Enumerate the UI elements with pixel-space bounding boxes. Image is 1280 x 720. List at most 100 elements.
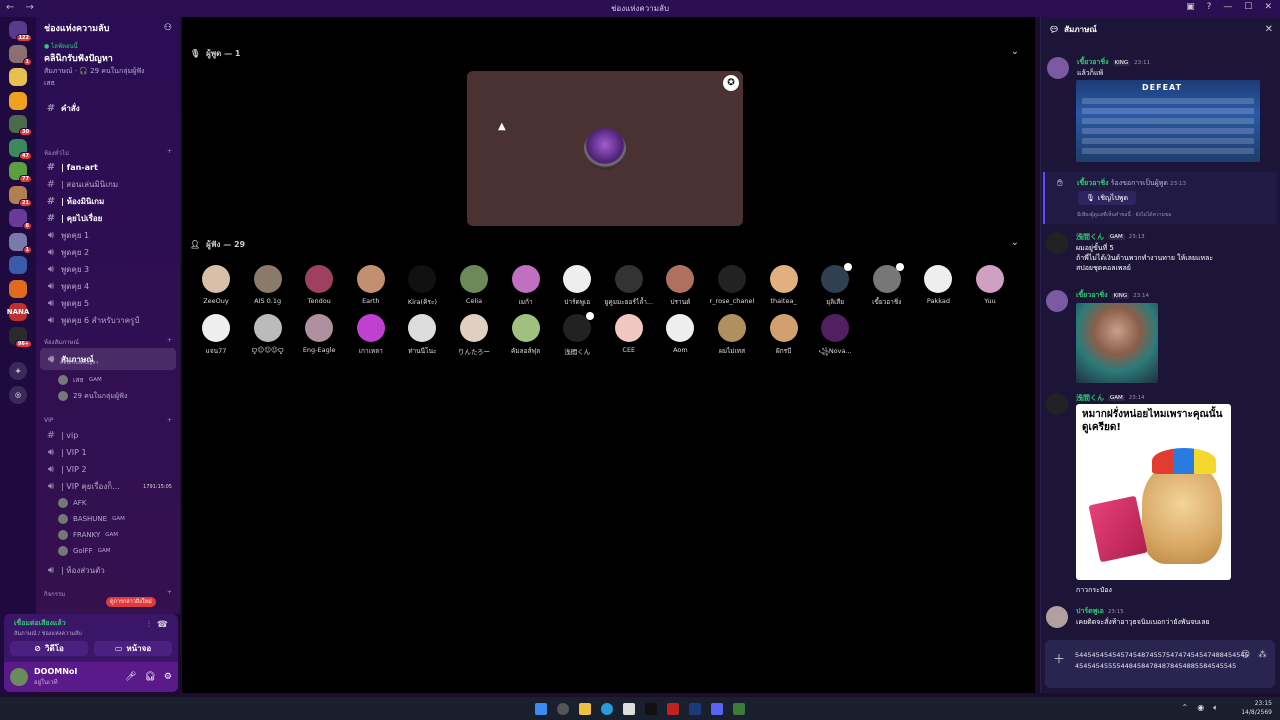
voice-member[interactable]: GolFF GAM	[58, 544, 111, 558]
message-avatar[interactable]	[1046, 606, 1068, 628]
file-explorer-icon[interactable]	[579, 702, 591, 715]
chevron-down-icon[interactable]: ⌄	[1011, 46, 1019, 57]
audience-member[interactable]: Aom	[654, 314, 706, 354]
author-name[interactable]: 浅間くん	[1076, 393, 1104, 403]
server-header[interactable]: ช่องแห่งความลับ ⚇	[36, 17, 180, 39]
message-avatar[interactable]	[1046, 290, 1068, 312]
audience-member[interactable]: ท่านนีโนะ	[396, 314, 448, 356]
channel-item[interactable]: # | คุยไปเรื่อย	[40, 211, 176, 226]
discord-icon[interactable]	[711, 702, 723, 715]
voice-member[interactable]: BASHUNE GAM	[58, 512, 125, 526]
defeat-screenshot-image[interactable]: DEFEAT	[1076, 80, 1260, 162]
channel-item[interactable]: # | สอนเล่นมินิเกม	[40, 177, 176, 192]
add-server-icon[interactable]: +	[9, 362, 27, 380]
disconnect-icon[interactable]: ☎	[157, 620, 168, 630]
server-icon[interactable]: 1	[9, 232, 32, 254]
channel-item[interactable]: # | fan-art	[40, 160, 176, 175]
audience-member[interactable]: ꨄ︎☺︎☺︎☺︎ꨄ︎	[242, 314, 294, 355]
channel-item[interactable]: 🔊︎ | VIP คุยเรื่องก็... 1791:15:05	[40, 479, 176, 494]
author-name[interactable]: เขี้ยวอาชิ่ง	[1076, 290, 1108, 301]
add-channel-icon[interactable]: +	[167, 589, 172, 599]
app-icon[interactable]	[667, 702, 679, 715]
audience-member[interactable]: เกาเหลา	[345, 314, 397, 356]
channel-category[interactable]: ห้องทั่วไป +	[44, 148, 172, 158]
screen-share-button[interactable]: ▭ หน้าจอ	[94, 641, 172, 656]
edge-icon[interactable]	[601, 702, 613, 715]
app-icon[interactable]	[733, 702, 745, 715]
audience-member[interactable]: Earth	[345, 265, 397, 305]
stage-channel[interactable]: 🔊︎ สัมภาษณ์ คลินิกรับฟังปัญหา	[40, 348, 176, 370]
channel-item[interactable]: 🔊︎ พูดคุย 4	[40, 279, 176, 294]
chevron-up-icon[interactable]: ⌃	[1182, 703, 1189, 713]
audience-member[interactable]: りんたろー	[448, 314, 500, 356]
search-icon[interactable]	[557, 702, 569, 715]
network-icon[interactable]: ◉	[1197, 703, 1204, 713]
audience-member[interactable]: ปรานต์	[654, 265, 706, 307]
audience-member[interactable]: Celia	[448, 265, 500, 305]
chevron-down-icon[interactable]: ⌄	[1011, 237, 1019, 248]
author-name[interactable]: 浅間くん	[1076, 232, 1104, 242]
channel-item[interactable]: 🔊︎ | ห้องส่วนตัว	[40, 563, 176, 578]
audience-member[interactable]: ꧁Nova...	[809, 314, 861, 359]
server-icon[interactable]	[9, 91, 27, 110]
audience-member[interactable]: thaitea_	[758, 265, 810, 305]
server-icon[interactable]: NANA	[7, 303, 29, 321]
audience-member[interactable]: ผมไม่เทส	[706, 314, 758, 356]
channel-item[interactable]: 🔊︎ | VIP 1	[40, 445, 176, 460]
channel-item[interactable]: 🔊︎ พูดคุย 5	[40, 296, 176, 311]
audience-member[interactable]: r_rose_chanel	[706, 265, 758, 305]
channel-item[interactable]: 🔊︎ พูดคุย 2	[40, 245, 176, 260]
audience-member[interactable]: Kira(คิระ)	[396, 265, 448, 307]
channel-category[interactable]: VIP +	[44, 417, 172, 424]
voice-member[interactable]: เสธ GAM	[58, 373, 102, 387]
gear-icon[interactable]: ⚙	[164, 672, 172, 682]
start-icon[interactable]	[535, 702, 547, 715]
audience-member[interactable]: CEE	[603, 314, 655, 354]
audience-member[interactable]: ปาร์ดพูเอ	[551, 265, 603, 307]
channel-item[interactable]: 🔊︎ พูดคุย 3	[40, 262, 176, 277]
server-icon[interactable]	[9, 256, 27, 274]
close-icon[interactable]: ✕	[1265, 24, 1273, 35]
audience-member[interactable]: แจน77	[190, 314, 242, 356]
add-channel-icon[interactable]: +	[167, 417, 172, 424]
close-icon[interactable]: ✕	[1264, 2, 1272, 12]
message-avatar[interactable]	[1046, 393, 1068, 415]
server-icon[interactable]: 6	[9, 209, 32, 230]
help-icon[interactable]: ?	[1207, 2, 1212, 12]
channel-item[interactable]: 🔊︎ พูดคุย 6 สำหรับวาครูป์	[40, 313, 176, 328]
author-name[interactable]: เขี้ยวอาชิ่ง	[1077, 57, 1109, 68]
add-attachment-icon[interactable]: ＋	[1053, 650, 1065, 667]
user-avatar[interactable]	[10, 668, 28, 686]
reaction-image[interactable]	[1076, 303, 1158, 383]
noise-suppression-icon[interactable]: ⫶	[148, 620, 150, 630]
audience-member[interactable]: ยุลิเสีย	[809, 263, 861, 307]
mic-icon[interactable]: 🎤︎	[125, 672, 136, 682]
audience-member[interactable]: Pakkad	[912, 265, 964, 305]
nav-arrows[interactable]: ← →	[6, 2, 38, 13]
server-icon[interactable]	[9, 68, 27, 86]
emoji-icon[interactable]: ☺	[1241, 650, 1250, 660]
audience-member[interactable]: ยูคูมมะยอร์ไล้ำ...	[603, 265, 655, 307]
audience-member[interactable]: เขี้ยวอาชิ่ง	[861, 263, 913, 307]
invite-to-speak-button[interactable]: 🎙︎ เชิญไปพูด	[1078, 191, 1136, 205]
speaker-tile[interactable]: ✪	[467, 71, 743, 226]
audience-member[interactable]: 浅間くん	[551, 312, 603, 356]
server-icon[interactable]: 21	[9, 185, 32, 207]
server-icon[interactable]: 122	[9, 21, 32, 42]
channel-item[interactable]: 🔊︎ พูดคุย 1	[40, 228, 176, 243]
server-icon[interactable]: 30	[9, 115, 32, 136]
author-name[interactable]: เขี้ยวอาชิ่ง	[1077, 179, 1109, 187]
live-event[interactable]: ● ไลฟ์ตอนนี้ คลินิกรับฟังปัญหา สัมภาษณ์ …	[36, 39, 180, 91]
server-icon[interactable]: 96+	[9, 326, 32, 348]
message-input-text[interactable]: 5445454545457454874557547474545474884545…	[1075, 650, 1249, 672]
volume-icon[interactable]: 🔈︎	[1213, 703, 1218, 713]
message-avatar[interactable]	[1046, 232, 1068, 254]
tiktok-icon[interactable]	[645, 702, 657, 715]
add-channel-icon[interactable]: +	[167, 337, 172, 347]
audience-member[interactable]: ZeeOuy	[190, 265, 242, 305]
channel-item[interactable]: # | ห้องมินิเกม	[40, 194, 176, 209]
channel-item[interactable]: # คำสั่ง	[40, 101, 176, 116]
store-icon[interactable]	[623, 702, 635, 715]
apps-icon[interactable]: ⁂	[1258, 650, 1267, 660]
clock[interactable]: 23:15 14/8/2569	[1241, 699, 1272, 717]
